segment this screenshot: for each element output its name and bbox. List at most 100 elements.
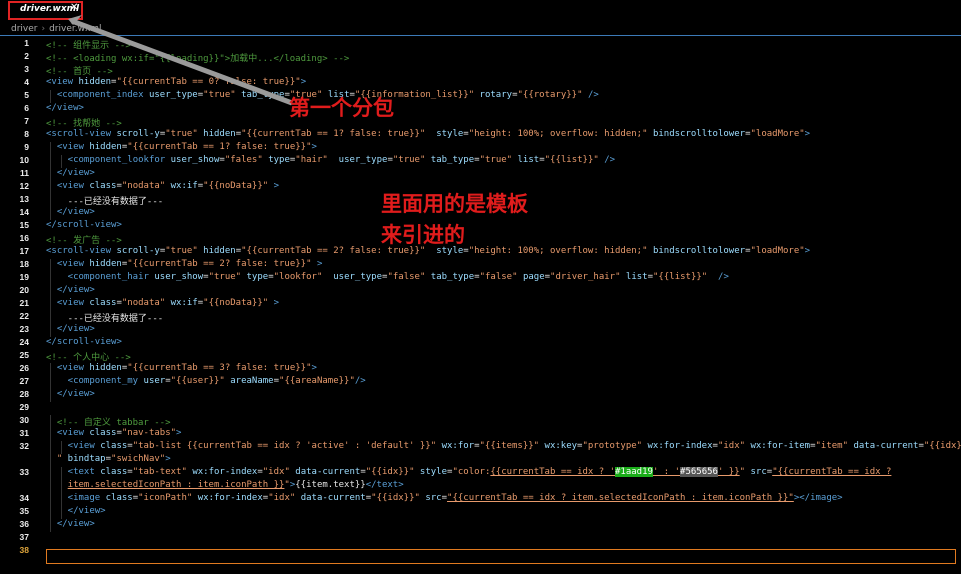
code-token: "idx" (717, 441, 751, 451)
code-token: > (176, 428, 182, 438)
code-text: " bindtap="swichNav"> (57, 454, 171, 464)
code-line[interactable]: 3 <!-- 首页 --> (0, 64, 961, 77)
code-line[interactable]: 2 <!-- <loading wx:if="{{loading}}">加载中..… (0, 51, 961, 64)
code-line[interactable]: 24 </scroll-view> (0, 337, 961, 350)
indent-guide (60, 506, 62, 519)
code-line[interactable]: 36 </view> (0, 519, 961, 532)
code-line[interactable]: 7 <!-- 找帮她 --> (0, 116, 961, 129)
breadcrumb: driver › driver.wxml (11, 24, 102, 34)
code-line[interactable]: 16 <!-- 发广告 --> (0, 233, 961, 246)
code-line[interactable]: 6 </view> (0, 103, 961, 116)
code-line[interactable]: 30 <!-- 自定义 tabbar --> (0, 415, 961, 428)
code-token: scroll-y (116, 246, 160, 256)
code-token: <!-- 个人中心 --> (46, 353, 131, 363)
code-token: /> (718, 272, 729, 282)
indent-guide (50, 142, 51, 155)
code-text: <view class="nodata" wx:if="{{noData}}" … (57, 181, 279, 191)
indent-guide (50, 90, 51, 103)
code-line[interactable]: 4 <view hidden="{{currentTab == 0? false:… (0, 77, 961, 90)
code-token: "tab-list {{currentTab == idx ? 'active'… (132, 441, 442, 451)
breadcrumb-file[interactable]: driver.wxml (49, 24, 101, 34)
code-line[interactable]: 19 <component_hair user_show="true" type… (0, 272, 961, 285)
code-token: hidden (203, 129, 236, 139)
code-token: </view> (56, 389, 95, 399)
code-token: > (300, 77, 307, 87)
code-token: <component_my (56, 376, 144, 386)
line-number: 2 (24, 51, 29, 61)
code-line[interactable]: 1 <!-- 组件显示 --> (0, 38, 961, 51)
line-number: 9 (24, 142, 29, 152)
indent-guide (50, 155, 51, 168)
line-number: 1 (24, 38, 29, 48)
code-token: tab_type (430, 155, 475, 165)
code-line[interactable]: 34 <image class="iconPath" wx:for-index="… (0, 493, 961, 506)
code-token: </view> (67, 506, 106, 516)
code-token: "true" (203, 90, 242, 100)
indent-guide (50, 324, 51, 337)
code-line[interactable]: 10 <component_lookfor user_show="fales" t… (0, 155, 961, 168)
code-line[interactable]: 8 <scroll-view scroll-y="true" hidden="{{… (0, 129, 961, 142)
code-line[interactable]: 29 (0, 402, 961, 415)
line-number: 5 (24, 90, 29, 100)
indent-guide (50, 389, 51, 402)
code-line[interactable]: 11 </view> (0, 168, 961, 181)
code-line[interactable]: 5 <component_index user_type="true" tab_t… (0, 90, 961, 103)
code-line[interactable]: 20 </view> (0, 285, 961, 298)
code-line[interactable]: " bindtap="swichNav"> (0, 454, 961, 467)
code-text: </view> (57, 324, 95, 334)
code-text: <text class="tab-text" wx:for-index="idx… (67, 467, 891, 477)
breadcrumb-folder[interactable]: driver (11, 24, 37, 34)
code-text: <view hidden="{{currentTab == 3? false: … (57, 363, 317, 373)
code-line[interactable]: 37 (0, 532, 961, 545)
code-line[interactable]: 23 </view> (0, 324, 961, 337)
code-token: wx:for-index (647, 441, 713, 451)
code-token: wx:if (170, 181, 198, 191)
code-token: "nodata" (121, 298, 171, 308)
code-line[interactable]: item.selectedIconPath : item.iconPath }}… (0, 480, 961, 493)
code-token: tab_type (430, 272, 475, 282)
code-token: </view> (56, 285, 95, 295)
code-token: "prototype" (582, 441, 648, 451)
code-line[interactable]: 22 ---已经没有数据了--- (0, 311, 961, 324)
indent-guide (50, 298, 51, 311)
code-line[interactable]: 15 </scroll-view> (0, 220, 961, 233)
code-token: class (100, 441, 128, 451)
code-token: rotary (479, 90, 513, 100)
code-line[interactable]: 27 <component_my user="{{user}}" areaNam… (0, 376, 961, 389)
code-token: ---已经没有数据了--- (56, 314, 164, 324)
line-number: 15 (19, 220, 29, 230)
code-token: class (100, 467, 128, 477)
code-line[interactable]: 9 <view hidden="{{currentTab == 1? false:… (0, 142, 961, 155)
code-line[interactable]: 18 <view hidden="{{currentTab == 2? false… (0, 259, 961, 272)
code-token: wx:for-index (197, 493, 263, 503)
line-number: 20 (19, 285, 29, 295)
code-line[interactable]: 21 <view class="nodata" wx:if="{{noData}}… (0, 298, 961, 311)
code-line[interactable]: 25 <!-- 个人中心 --> (0, 350, 961, 363)
code-line[interactable]: 35 </view> (0, 506, 961, 519)
code-line[interactable]: 33 <text class="tab-text" wx:for-index="i… (0, 467, 961, 480)
code-token: "{{items}}" (479, 441, 545, 451)
code-token: > (311, 142, 317, 152)
code-token: "{{rotary}}" (517, 90, 588, 100)
code-line[interactable]: 17 <scroll-view scroll-y="true" hidden="{… (0, 246, 961, 259)
line-number: 26 (19, 363, 29, 373)
code-token: <text (67, 467, 101, 477)
breadcrumb-separator-icon: › (41, 24, 46, 34)
code-line[interactable]: 31 <view class="nav-tabs"> (0, 428, 961, 441)
code-line[interactable]: 28 </view> (0, 389, 961, 402)
code-token: "false" (479, 272, 523, 282)
code-token: " (739, 467, 751, 477)
indent-guide (50, 285, 51, 298)
code-token: > (273, 298, 280, 308)
line-number: 36 (19, 519, 29, 529)
line-number: 29 (19, 402, 29, 412)
code-line[interactable]: 26 <view hidden="{{currentTab == 3? false… (0, 363, 961, 376)
code-token: "{{areaName}}" (279, 376, 355, 386)
code-token: hidden (89, 363, 122, 373)
indent-guide (50, 454, 51, 467)
line-number: 32 (19, 441, 29, 451)
current-line-box (46, 549, 956, 564)
code-line[interactable]: 32 <view class="tab-list {{currentTab == … (0, 441, 961, 454)
code-text: </view> (57, 389, 95, 399)
line-number: 10 (19, 155, 29, 165)
